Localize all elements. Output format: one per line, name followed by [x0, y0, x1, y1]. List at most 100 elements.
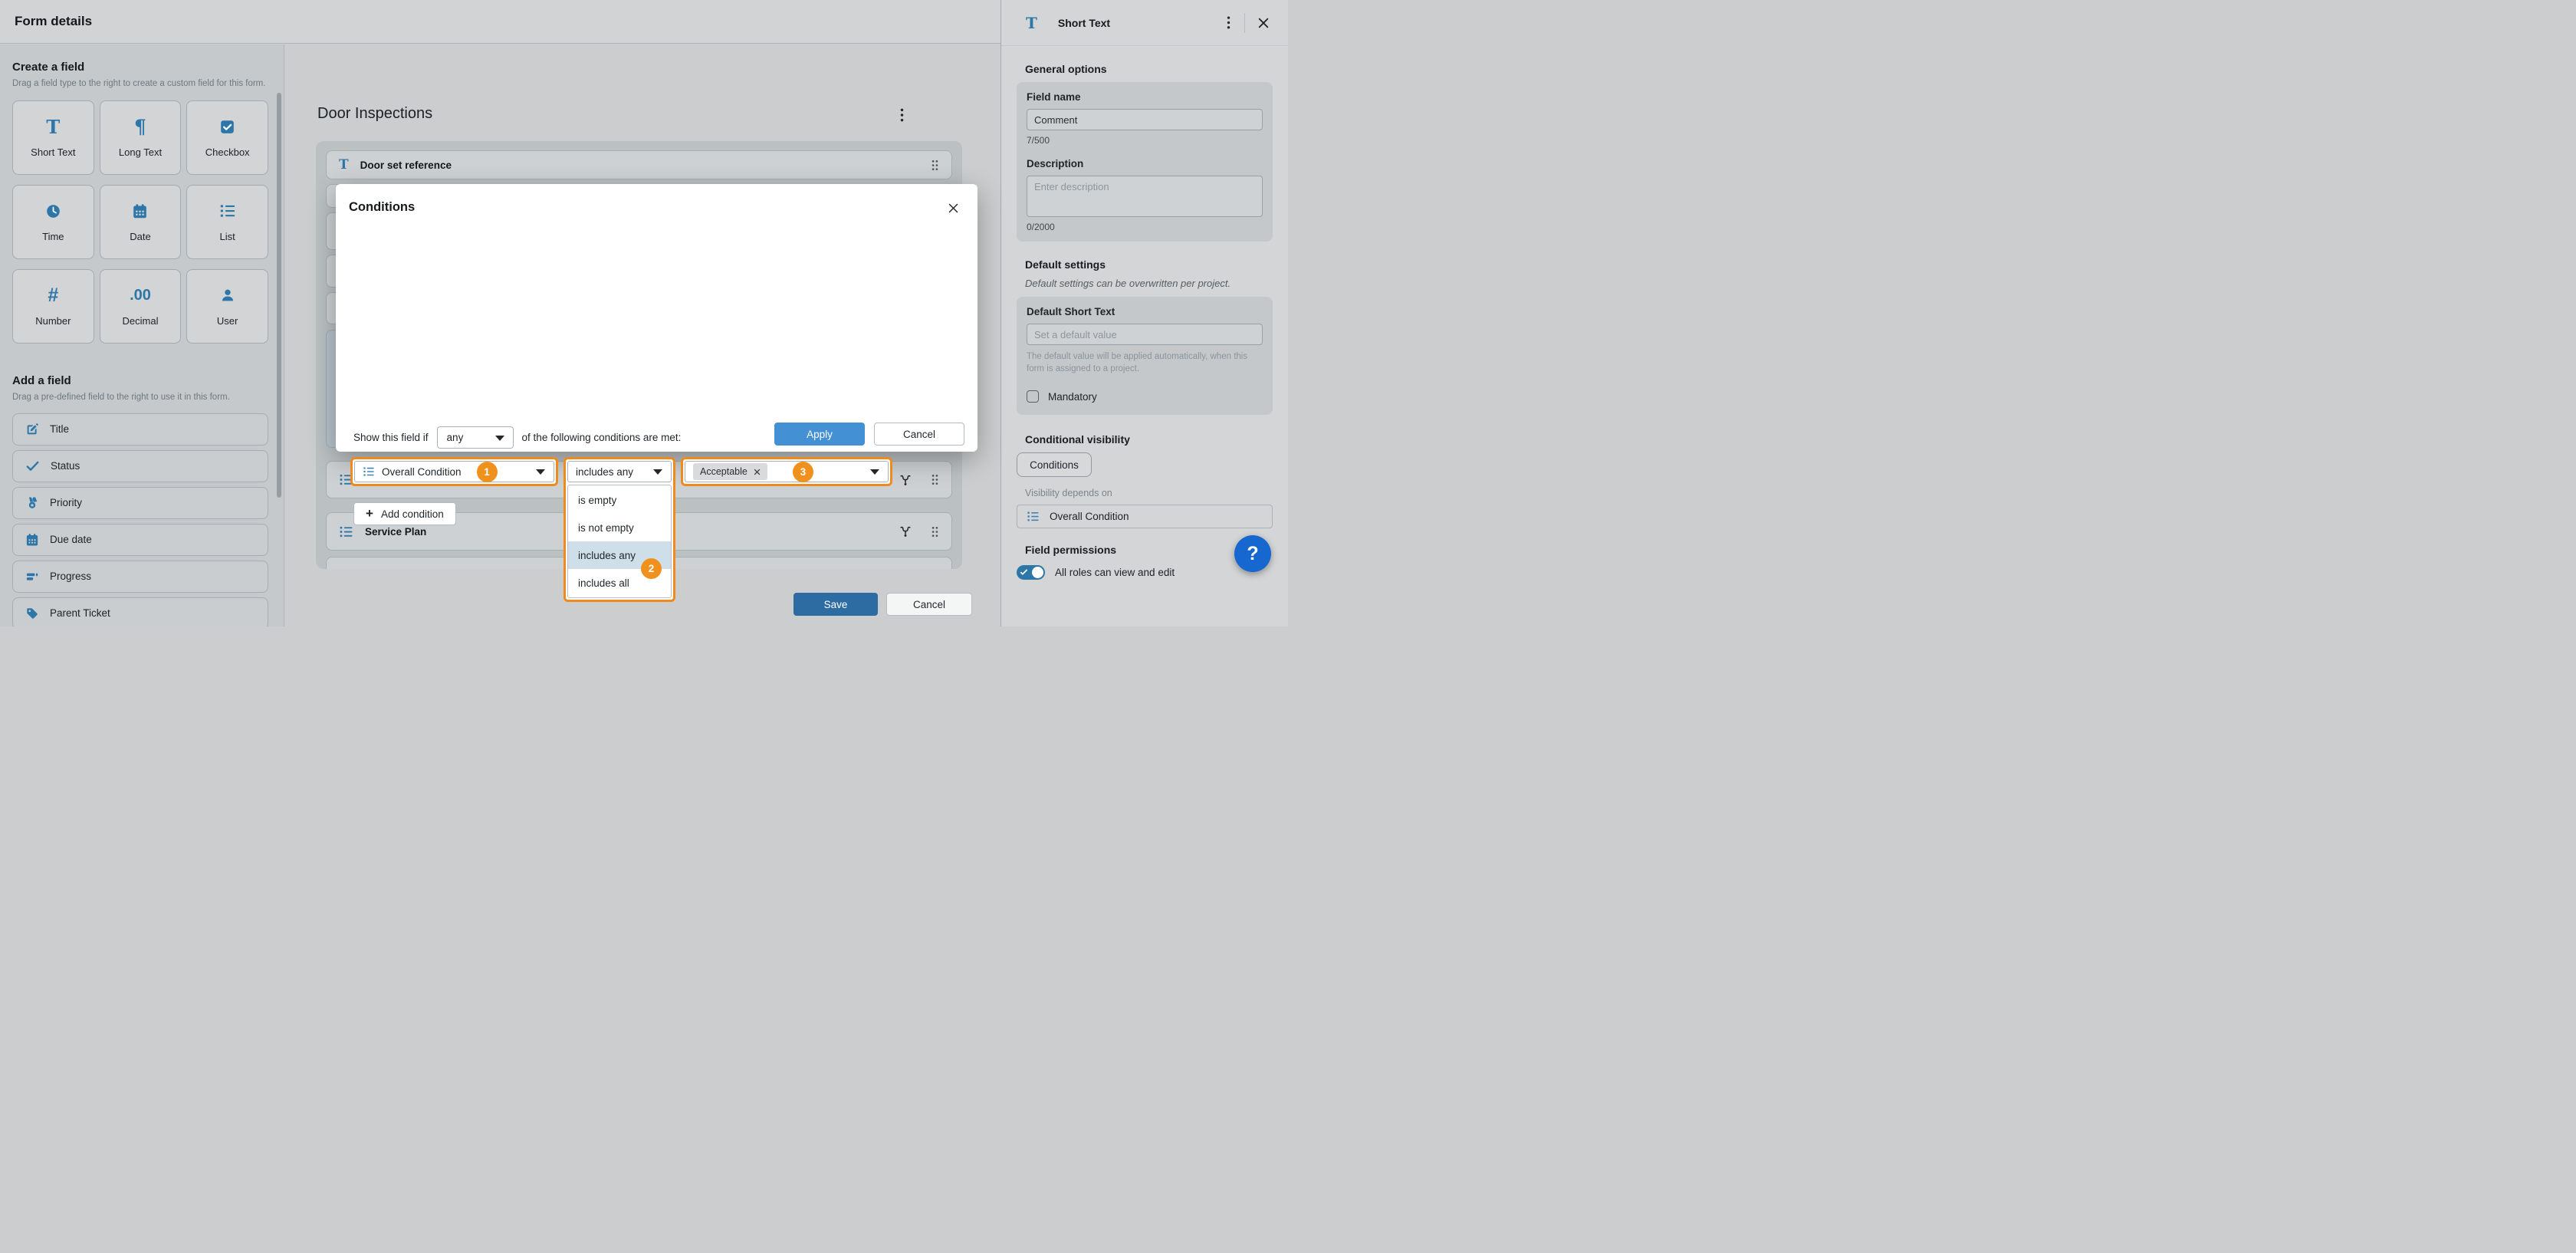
field-palette-sidebar: Create a field Drag a field type to the … [0, 44, 284, 626]
plus-icon: + [366, 506, 373, 521]
tile-short-text[interactable]: T Short Text [12, 100, 94, 175]
panel-close-icon[interactable] [1257, 17, 1270, 29]
match-suffix-text: of the following conditions are met: [522, 432, 682, 443]
option-is-empty[interactable]: is empty [568, 486, 671, 514]
add-item-label: Title [50, 423, 69, 435]
sidebar-scrollbar[interactable] [277, 93, 281, 498]
general-options-card: Field name 7/500 Description 0/2000 [1017, 82, 1273, 242]
add-item-priority[interactable]: Priority [12, 487, 268, 519]
chevron-down-icon [495, 436, 504, 441]
apply-button[interactable]: Apply [774, 423, 865, 446]
condition-operator-select[interactable]: includes any [567, 461, 672, 482]
permissions-toggle[interactable] [1017, 565, 1045, 580]
default-value-input[interactable] [1027, 324, 1263, 345]
field-name-counter: 7/500 [1027, 135, 1263, 146]
list-icon [339, 525, 353, 539]
branch-condition-icon[interactable] [899, 473, 912, 487]
default-settings-heading: Default settings [1025, 258, 1273, 271]
modal-title: Conditions [349, 200, 415, 215]
tile-long-text[interactable]: ¶ Long Text [100, 100, 182, 175]
modal-footer: Apply Cancel [774, 423, 964, 446]
default-settings-card: Default Short Text The default value wil… [1017, 297, 1273, 415]
drag-handle-icon[interactable] [931, 473, 939, 486]
tile-user[interactable]: User [186, 269, 268, 344]
tile-decimal[interactable]: .00 Decimal [100, 269, 182, 344]
chevron-down-icon [870, 469, 879, 475]
save-button[interactable]: Save [794, 593, 878, 616]
tile-label: Short Text [31, 146, 75, 158]
number-icon: # [48, 285, 58, 305]
long-text-icon: ¶ [134, 117, 146, 136]
tile-label: List [220, 231, 235, 242]
condition-field-value: Overall Condition [382, 466, 462, 478]
option-includes-any[interactable]: includes any 2 [568, 541, 671, 569]
toggle-knob [1032, 567, 1043, 578]
condition-value-select[interactable]: Acceptable 3 [685, 461, 889, 482]
field-row-door-set-reference[interactable]: T Door set reference [326, 150, 952, 179]
add-item-due-date[interactable]: Due date [12, 524, 268, 556]
chip-remove-icon[interactable] [754, 469, 761, 475]
default-value-hint: The default value will be applied automa… [1027, 351, 1263, 375]
tile-checkbox[interactable]: Checkbox [186, 100, 268, 175]
description-counter: 0/2000 [1027, 222, 1263, 232]
condition-value-highlight: Acceptable 3 [681, 457, 892, 486]
tile-list[interactable]: List [186, 185, 268, 259]
tile-label: Time [42, 231, 64, 242]
callout-badge-1: 1 [477, 462, 498, 482]
add-item-status[interactable]: Status [12, 450, 268, 482]
checkbox-icon [219, 117, 235, 136]
list-icon [363, 465, 375, 478]
tile-date[interactable]: Date [100, 185, 182, 259]
tile-number[interactable]: # Number [12, 269, 94, 344]
page-title: Form details [15, 14, 92, 29]
callout-badge-3: 3 [793, 462, 813, 482]
panel-header: T Short Text [1001, 0, 1288, 46]
description-input[interactable] [1027, 176, 1263, 217]
drag-handle-icon[interactable] [931, 525, 939, 538]
form-cancel-button[interactable]: Cancel [886, 593, 972, 616]
visibility-depends-field[interactable]: Overall Condition [1017, 505, 1273, 528]
add-item-label: Status [51, 460, 80, 472]
help-button[interactable]: ? [1234, 535, 1271, 572]
short-text-icon: T [46, 117, 60, 136]
condition-match-line: Show this field if any of the following … [353, 426, 681, 449]
condition-field-select[interactable]: Overall Condition 1 [354, 461, 554, 482]
drag-handle-icon[interactable] [931, 159, 939, 172]
form-menu-kebab-icon[interactable] [892, 106, 911, 124]
add-condition-button[interactable]: + Add condition [353, 502, 456, 525]
add-item-parent-ticket[interactable]: Parent Ticket [12, 597, 268, 626]
modal-cancel-button[interactable]: Cancel [874, 423, 964, 446]
condition-row: Overall Condition 1 includes any is empt… [350, 457, 892, 486]
add-item-progress[interactable]: Progress [12, 561, 268, 593]
chevron-down-icon [653, 469, 662, 475]
field-name-label: Field name [1027, 91, 1263, 103]
tile-label: Date [130, 231, 150, 242]
tile-label: Checkbox [205, 146, 250, 158]
close-icon[interactable] [948, 202, 959, 214]
option-is-not-empty[interactable]: is not empty [568, 514, 671, 541]
form-title[interactable]: Door Inspections [317, 105, 432, 123]
tile-time[interactable]: Time [12, 185, 94, 259]
predefined-field-list: Title Status Priority Due date [12, 413, 268, 626]
field-settings-panel: T Short Text General options Field name … [1001, 0, 1288, 626]
option-includes-all[interactable]: includes all [568, 569, 671, 597]
branch-condition-icon[interactable] [899, 525, 912, 538]
tile-label: Long Text [119, 146, 162, 158]
field-name-input[interactable] [1027, 109, 1263, 130]
field-type-grid: T Short Text ¶ Long Text Checkbox Time D… [12, 100, 268, 344]
mandatory-checkbox[interactable] [1027, 390, 1039, 403]
add-item-title[interactable]: Title [12, 413, 268, 446]
create-field-subtitle: Drag a field type to the right to create… [12, 78, 268, 90]
tag-icon [25, 607, 39, 620]
mandatory-label: Mandatory [1048, 391, 1097, 403]
add-item-label: Parent Ticket [50, 607, 110, 619]
add-field-subtitle: Drag a pre-defined field to the right to… [12, 392, 268, 403]
medal-icon [25, 496, 39, 510]
create-field-heading: Create a field [12, 61, 268, 74]
match-mode-select[interactable]: any [437, 426, 514, 449]
conditions-button[interactable]: Conditions [1017, 452, 1092, 477]
condition-operator-highlight: includes any is empty is not empty inclu… [564, 457, 675, 602]
add-condition-label: Add condition [381, 508, 444, 520]
short-text-icon: T [339, 157, 349, 173]
panel-kebab-icon[interactable] [1227, 15, 1230, 30]
